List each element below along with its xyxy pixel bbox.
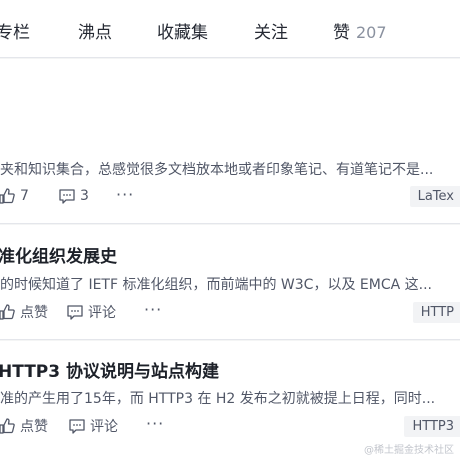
comment-label: 评论 <box>90 419 118 435</box>
comment-button[interactable]: 3 <box>58 187 89 205</box>
comment-icon <box>67 305 83 320</box>
article-summary: 的时候知道了 IETF 标准化组织，而前端中的 W3C，以及 EMCA 这... <box>0 277 432 293</box>
article-summary: 夹和知识集合，总感觉很多文档放本地或者印象笔记、有道笔记不是... <box>0 162 434 178</box>
tab-pins[interactable]: 沸点 <box>78 18 112 43</box>
watermark: @稀土掘金技术社区 <box>364 445 454 456</box>
tab-label: 收藏集 <box>157 23 208 43</box>
more-icon[interactable]: ··· <box>144 300 162 319</box>
thumbs-up-icon <box>0 304 15 320</box>
like-button[interactable]: 7 <box>0 187 29 205</box>
comment-icon <box>69 419 85 434</box>
like-count: 7 <box>20 188 29 204</box>
article-card[interactable]: 准化组织发展史 的时候知道了 IETF 标准化组织，而前端中的 W3C，以及 E… <box>0 225 460 340</box>
article-card[interactable]: 夹和知识集合，总感觉很多文档放本地或者印象笔记、有道笔记不是... 7 3 ··… <box>0 59 460 224</box>
tab-collections[interactable]: 收藏集 <box>157 18 208 43</box>
like-label: 点赞 <box>20 305 48 321</box>
more-icon[interactable]: ··· <box>116 185 134 204</box>
tab-label: 沸点 <box>78 23 112 43</box>
like-button[interactable]: 点赞 <box>0 416 48 436</box>
likes-count: 207 <box>356 23 387 42</box>
comment-button[interactable]: 评论 <box>68 416 118 436</box>
tab-columns[interactable]: 专栏 <box>0 18 30 43</box>
article-title[interactable]: 准化组织发展史 <box>0 242 117 267</box>
article-tag[interactable]: LaTex <box>409 186 460 207</box>
article-title[interactable]: HTTP3 协议说明与站点构建 <box>0 357 219 382</box>
tab-label: 赞 <box>333 23 350 43</box>
profile-tabs: 专栏 沸点 收藏集 关注 赞 207 <box>0 0 460 58</box>
article-tag[interactable]: HTTP3 <box>404 416 460 437</box>
comment-icon <box>59 189 75 204</box>
tab-label: 关注 <box>254 23 288 43</box>
comment-count: 3 <box>80 188 89 204</box>
comment-button[interactable]: 评论 <box>66 302 116 322</box>
comment-label: 评论 <box>88 305 116 321</box>
tab-likes[interactable]: 赞 207 <box>333 18 387 43</box>
like-label: 点赞 <box>20 419 48 435</box>
like-button[interactable]: 点赞 <box>0 302 48 322</box>
article-summary: 准的产生用了15年，而 HTTP3 在 H2 发布之初就被提上日程，同时... <box>0 391 436 407</box>
thumbs-up-icon <box>0 418 15 434</box>
thumbs-up-icon <box>0 188 15 204</box>
more-icon[interactable]: ··· <box>146 414 164 433</box>
tab-following[interactable]: 关注 <box>254 18 288 43</box>
article-tag[interactable]: HTTP <box>412 302 460 323</box>
tab-label: 专栏 <box>0 23 30 43</box>
